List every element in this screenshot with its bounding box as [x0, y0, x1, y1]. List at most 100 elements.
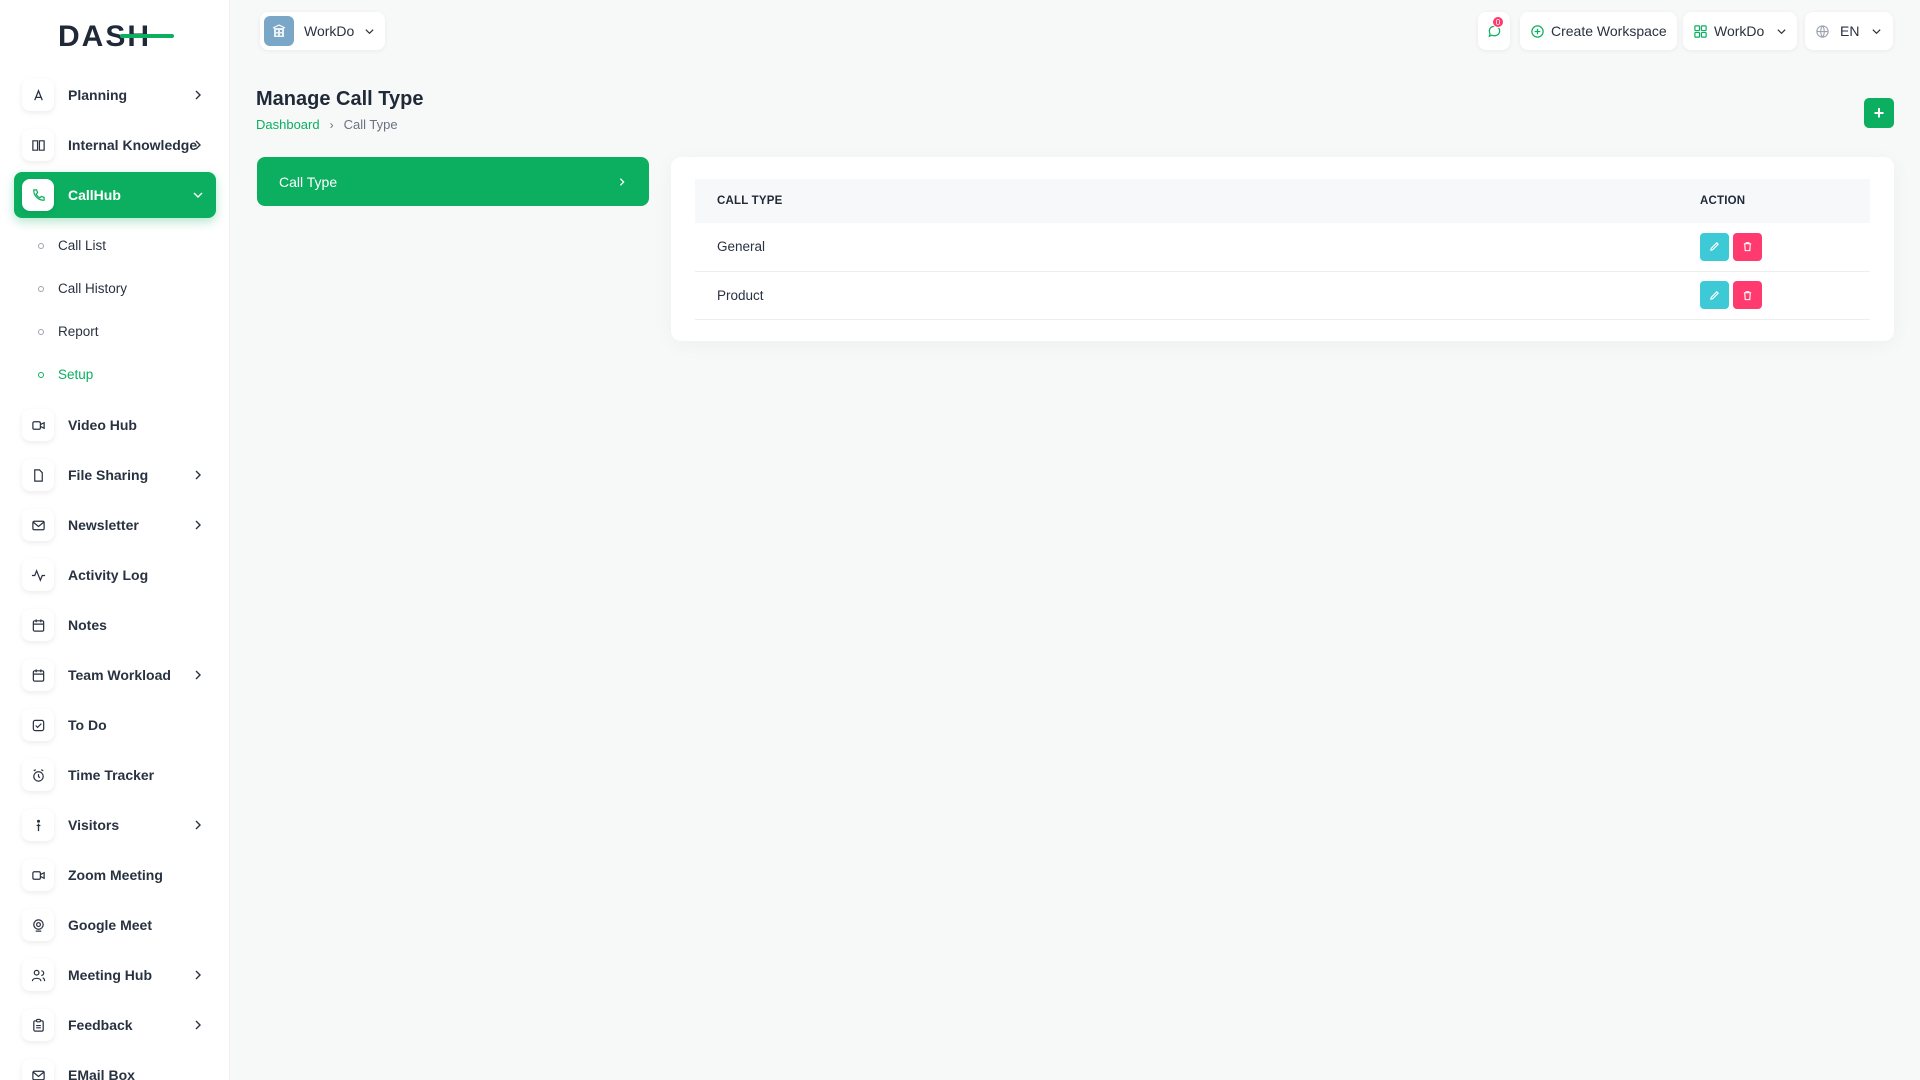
file-icon [22, 459, 54, 491]
sidebar-item-email-box[interactable]: EMail Box [14, 1052, 216, 1080]
sidebar-item-label: Zoom Meeting [68, 867, 163, 883]
call-type-table: CALL TYPE ACTION General Product [695, 179, 1870, 320]
submenu-item-call-history[interactable]: Call History [14, 267, 216, 310]
sidebar-item-feedback[interactable]: Feedback [14, 1002, 216, 1048]
trash-icon [1743, 242, 1752, 252]
language-label: EN [1840, 23, 1860, 39]
column-header-call-type: CALL TYPE [717, 195, 783, 207]
sidebar-item-zoom-meeting[interactable]: Zoom Meeting [14, 852, 216, 898]
chevron-down-icon [1777, 28, 1786, 34]
sidebar-item-internal-knowledge[interactable]: Internal Knowledge [14, 122, 216, 168]
sidebar-item-meeting-hub[interactable]: Meeting Hub [14, 952, 216, 998]
delete-button[interactable] [1733, 232, 1762, 261]
bullet-icon [38, 242, 44, 249]
workspace-avatar-icon [264, 16, 294, 46]
sidebar-item-label: Time Tracker [68, 767, 155, 783]
sidebar-item-video-hub[interactable]: Video Hub [14, 402, 216, 448]
video-icon [22, 859, 54, 891]
breadcrumb-home-link[interactable]: Dashboard [256, 117, 320, 132]
sidebar-item-to-do[interactable]: To Do [14, 702, 216, 748]
sidebar: DASH Planning Internal Knowledge CallHub… [0, 0, 230, 1080]
action-cell [1700, 223, 1870, 271]
sidebar-item-newsletter[interactable]: Newsletter [14, 502, 216, 548]
language-selector[interactable]: EN [1805, 12, 1893, 50]
call-type-table-card: CALL TYPE ACTION General Product [671, 157, 1894, 341]
edit-button[interactable] [1700, 232, 1729, 261]
workspace-menu-label: WorkDo [1714, 23, 1765, 39]
breadcrumb-current: Call Type [343, 117, 398, 132]
clock-icon [22, 759, 54, 791]
callhub-submenu: Call List Call History Report Setup [14, 222, 216, 402]
create-workspace-button[interactable]: Create Workspace [1520, 12, 1677, 50]
sidebar-item-label: Planning [68, 87, 128, 103]
sidebar-item-label: Team Workload [68, 667, 171, 683]
table-row: General [695, 223, 1870, 271]
sidebar-item-planning[interactable]: Planning [14, 72, 216, 118]
create-workspace-label: Create Workspace [1551, 23, 1667, 39]
phone-icon [22, 179, 54, 211]
calendar-icon [22, 659, 54, 691]
call-type-cell: Product [717, 287, 764, 303]
submenu-item-setup[interactable]: Setup [14, 353, 216, 396]
sidebar-item-label: To Do [68, 717, 107, 733]
breadcrumb: Dashboard › Call Type [256, 117, 398, 132]
sidebar-item-label: File Sharing [68, 467, 149, 483]
chevron-right-icon [195, 970, 201, 980]
sidebar-item-google-meet[interactable]: Google Meet [14, 902, 216, 948]
submenu-item-label: Call History [58, 281, 128, 296]
table-header-row: CALL TYPE ACTION [695, 179, 1870, 223]
chevron-right-icon [195, 140, 201, 150]
bullet-icon [38, 285, 44, 292]
column-header-action: ACTION [1700, 195, 1746, 207]
sidebar-item-label: Google Meet [68, 917, 153, 933]
sidebar-item-label: Meeting Hub [68, 967, 152, 983]
delete-button[interactable] [1733, 281, 1762, 309]
submenu-item-call-list[interactable]: Call List [14, 224, 216, 267]
mail-icon [22, 1059, 54, 1080]
dash-logo[interactable]: DASH [58, 20, 174, 52]
webcam-icon [22, 909, 54, 941]
sidebar-item-visitors[interactable]: Visitors [14, 802, 216, 848]
action-cell [1700, 271, 1870, 319]
plus-icon: + [1873, 102, 1885, 123]
sidebar-item-file-sharing[interactable]: File Sharing [14, 452, 216, 498]
workspace-name: WorkDo [304, 23, 355, 39]
chevron-down-icon [1872, 28, 1882, 34]
submenu-item-label: Report [58, 324, 99, 339]
sidebar-item-callhub[interactable]: CallHub [14, 172, 216, 218]
sidebar-item-label: Video Hub [68, 417, 137, 433]
chevron-right-icon [195, 1020, 201, 1030]
chevron-right-icon [195, 670, 201, 680]
add-call-type-button[interactable]: + [1864, 98, 1894, 128]
breadcrumb-separator-icon: › [329, 117, 334, 132]
activity-icon [22, 559, 54, 591]
globe-icon [1816, 24, 1829, 38]
submenu-item-label: Call List [58, 238, 107, 253]
edit-button[interactable] [1700, 281, 1729, 309]
workspace-menu-button[interactable]: WorkDo [1683, 12, 1798, 50]
submenu-item-report[interactable]: Report [14, 310, 216, 353]
bullet-icon [38, 371, 44, 378]
sidebar-item-label: Notes [68, 617, 107, 633]
sidebar-item-team-workload[interactable]: Team Workload [14, 652, 216, 698]
chevron-right-icon [619, 177, 625, 186]
plus-circle-icon [1531, 24, 1544, 38]
sidebar-item-time-tracker[interactable]: Time Tracker [14, 752, 216, 798]
pencil-icon [1710, 242, 1719, 252]
sidebar-item-notes[interactable]: Notes [14, 602, 216, 648]
messages-button[interactable]: 0 [1478, 12, 1510, 50]
chevron-right-icon [195, 820, 201, 830]
sidebar-item-label: Internal Knowledge [68, 137, 198, 153]
sidebar-item-label: Activity Log [68, 567, 149, 583]
setup-menu-label: Call Type [279, 173, 338, 190]
workspace-switcher[interactable]: WorkDo [260, 12, 386, 50]
setup-menu-item-call-type[interactable]: Call Type [257, 157, 649, 206]
sidebar-nav: Planning Internal Knowledge CallHub Call… [14, 72, 216, 1080]
trash-icon [1743, 290, 1752, 300]
apps-icon [1694, 24, 1707, 38]
sidebar-item-activity-log[interactable]: Activity Log [14, 552, 216, 598]
pencil-icon [1710, 290, 1719, 300]
video-icon [22, 409, 54, 441]
notification-badge: 0 [1492, 16, 1504, 28]
chevron-right-icon [195, 520, 201, 530]
